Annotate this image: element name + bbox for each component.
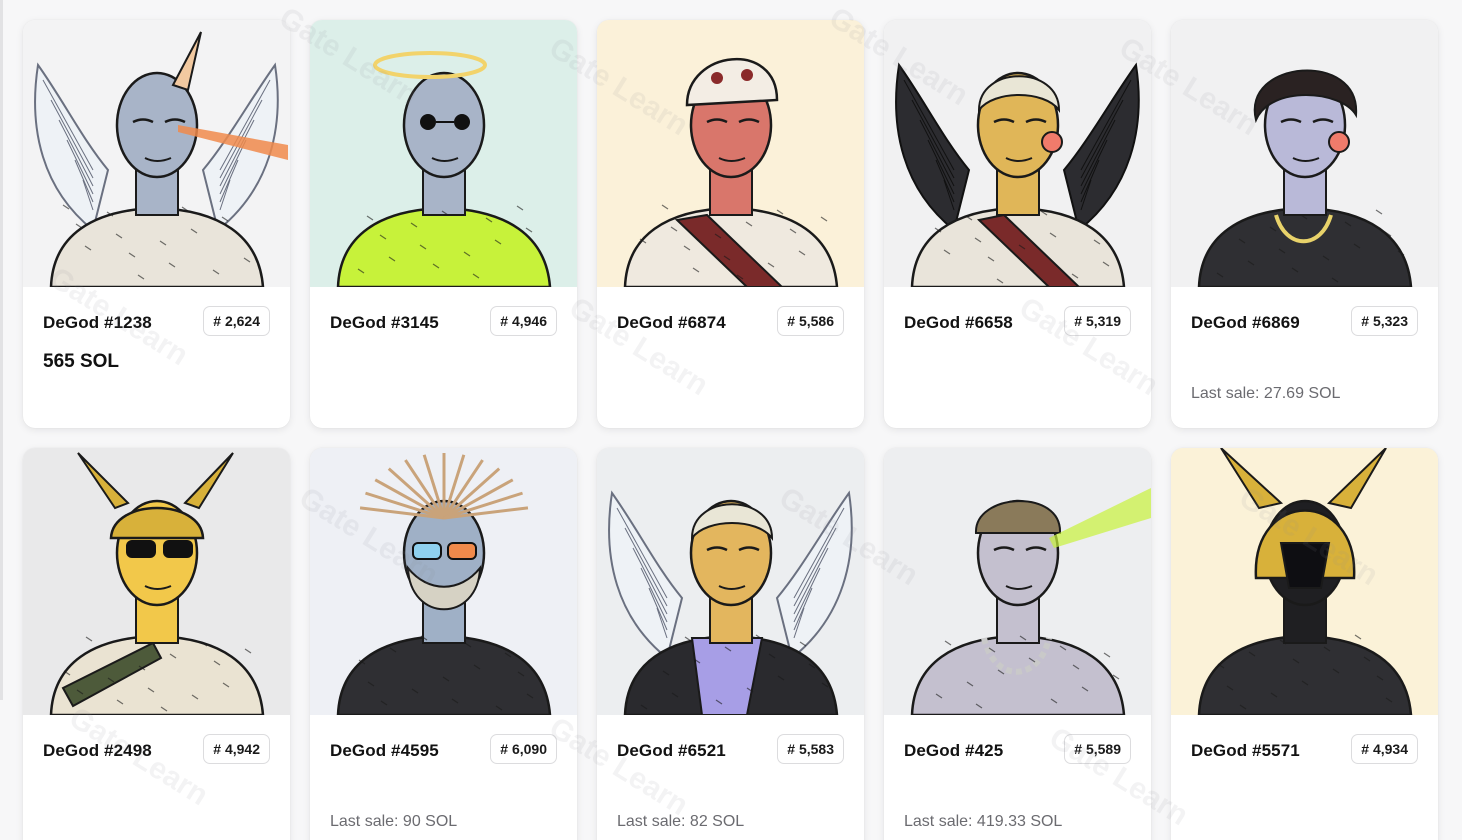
nft-name: DeGod #2498 [43,741,152,760]
rank-badge: # 5,583 [777,734,844,764]
nft-artwork [310,20,577,287]
rank-badge: # 5,589 [1064,734,1131,764]
nft-price: 565 SOL [43,351,120,372]
nft-artwork [23,20,290,287]
rank-badge: # 4,942 [203,734,270,764]
nft-name: DeGod #4595 [330,741,439,760]
nft-artwork [597,20,864,287]
nft-image[interactable] [884,20,1151,287]
nft-image[interactable] [310,20,577,287]
rank-badge: # 6,090 [490,734,557,764]
nft-card[interactable]: DeGod #3145 # 4,946 [310,20,577,428]
rank-badge: # 4,934 [1351,734,1418,764]
rank-badge: # 2,624 [203,306,270,336]
nft-image[interactable] [1171,448,1438,715]
rank-badge: # 5,323 [1351,306,1418,336]
rank-badge: # 4,946 [490,306,557,336]
nft-card[interactable]: DeGod #4595 # 6,090 Last sale: 90 SOL [310,448,577,840]
nft-image[interactable] [597,448,864,715]
nft-gallery-page: DeGod #1238 # 2,624 565 SOL DeGod #3145 # 4,… [0,0,1462,840]
nft-image[interactable] [310,448,577,715]
last-sale-label: Last sale: 27.69 SOL [1191,385,1341,402]
nft-image[interactable] [884,448,1151,715]
nft-name: DeGod #1238 [43,313,152,332]
nft-image[interactable] [23,448,290,715]
nft-name: DeGod #5571 [1191,741,1300,760]
nft-artwork [310,448,577,715]
nft-card[interactable]: DeGod #2498 # 4,942 [23,448,290,840]
nft-info: DeGod #6874 # 5,586 [597,287,864,428]
nft-grid: DeGod #1238 # 2,624 565 SOL DeGod #3145 # 4,… [23,20,1438,840]
nft-card[interactable]: DeGod #6521 # 5,583 Last sale: 82 SOL [597,448,864,840]
nft-card[interactable]: DeGod #1238 # 2,624 565 SOL [23,20,290,428]
nft-artwork [23,448,290,715]
nft-info: DeGod #1238 # 2,624 565 SOL [23,287,290,428]
nft-artwork [1171,20,1438,287]
nft-card[interactable]: DeGod #6869 # 5,323 Last sale: 27.69 SOL [1171,20,1438,428]
nft-name: DeGod #6874 [617,313,726,332]
nft-info: DeGod #2498 # 4,942 [23,715,290,840]
last-sale-label: Last sale: 419.33 SOL [904,813,1063,830]
nft-info: DeGod #6658 # 5,319 [884,287,1151,428]
nft-card[interactable]: DeGod #5571 # 4,934 [1171,448,1438,840]
nft-info: DeGod #3145 # 4,946 [310,287,577,428]
nft-card[interactable]: DeGod #6658 # 5,319 [884,20,1151,428]
nft-info: DeGod #6869 # 5,323 Last sale: 27.69 SOL [1171,287,1438,428]
nft-image[interactable] [23,20,290,287]
nft-artwork [884,448,1151,715]
nft-info: DeGod #4595 # 6,090 Last sale: 90 SOL [310,715,577,840]
nft-name: DeGod #3145 [330,313,439,332]
nft-info: DeGod #5571 # 4,934 [1171,715,1438,840]
last-sale-label: Last sale: 82 SOL [617,813,745,830]
nft-image[interactable] [597,20,864,287]
nft-name: DeGod #6521 [617,741,726,760]
scrollbar-track [0,0,3,700]
nft-info: DeGod #425 # 5,589 Last sale: 419.33 SOL [884,715,1151,840]
nft-artwork [884,20,1151,287]
nft-card[interactable]: DeGod #425 # 5,589 Last sale: 419.33 SOL [884,448,1151,840]
nft-artwork [1171,448,1438,715]
nft-card[interactable]: DeGod #6874 # 5,586 [597,20,864,428]
nft-info: DeGod #6521 # 5,583 Last sale: 82 SOL [597,715,864,840]
nft-name: DeGod #6658 [904,313,1013,332]
nft-image[interactable] [1171,20,1438,287]
rank-badge: # 5,319 [1064,306,1131,336]
nft-name: DeGod #425 [904,741,1004,760]
last-sale-label: Last sale: 90 SOL [330,813,458,830]
rank-badge: # 5,586 [777,306,844,336]
nft-artwork [597,448,864,715]
nft-name: DeGod #6869 [1191,313,1300,332]
